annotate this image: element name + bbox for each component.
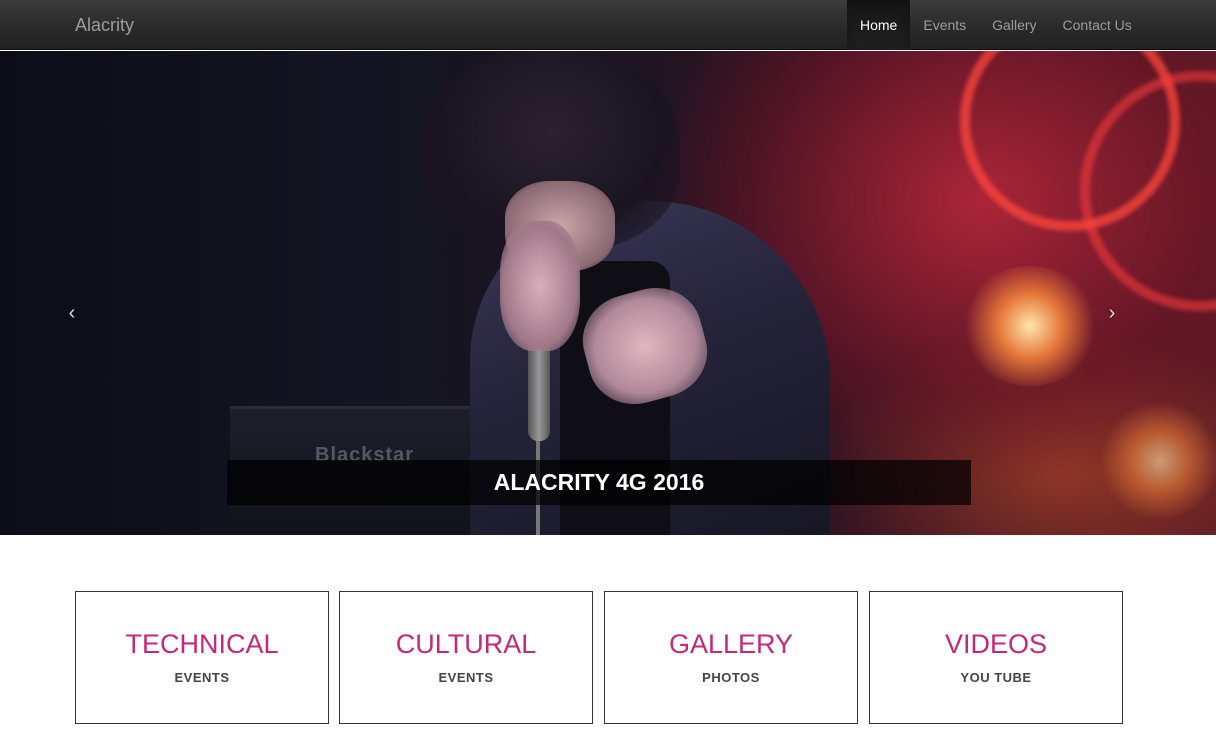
main-nav: Home Events Gallery Contact Us bbox=[847, 0, 1145, 50]
nav-item-gallery[interactable]: Gallery bbox=[979, 0, 1049, 50]
nav-item-contact-us[interactable]: Contact Us bbox=[1050, 0, 1145, 50]
nav-item-home[interactable]: Home bbox=[847, 0, 911, 50]
tile-technical-events[interactable]: TECHNICAL EVENTS bbox=[75, 591, 329, 724]
hero-carousel: Blackstar ‹ › ALACRITY 4G 2016 bbox=[0, 51, 1216, 535]
tile-title: CULTURAL bbox=[395, 629, 537, 659]
top-navbar: Alacrity Home Events Gallery Contact Us bbox=[0, 0, 1216, 50]
tile-title: VIDEOS bbox=[944, 629, 1048, 659]
tile-title: TECHNICAL bbox=[125, 629, 279, 659]
chevron-right-icon: › bbox=[1108, 302, 1116, 324]
tile-subtitle: YOU TUBE bbox=[960, 670, 1032, 685]
brand-link[interactable]: Alacrity bbox=[75, 0, 134, 50]
tile-subtitle: PHOTOS bbox=[702, 670, 760, 685]
stage-light-decoration bbox=[1100, 401, 1216, 521]
tile-subtitle: EVENTS bbox=[438, 670, 494, 685]
chevron-left-icon: ‹ bbox=[68, 302, 76, 324]
tile-subtitle: EVENTS bbox=[174, 670, 230, 685]
singer-mic-hand bbox=[500, 221, 580, 351]
carousel-prev-button[interactable]: ‹ bbox=[57, 291, 87, 335]
tile-gallery-photos[interactable]: GALLERY PHOTOS bbox=[604, 591, 858, 724]
carousel-next-button[interactable]: › bbox=[1097, 291, 1127, 335]
nav-item-events[interactable]: Events bbox=[910, 0, 979, 50]
feature-tiles: TECHNICAL EVENTS CULTURAL EVENTS GALLERY… bbox=[75, 591, 1123, 724]
tile-title: GALLERY bbox=[668, 629, 794, 659]
carousel-caption-title: ALACRITY 4G 2016 bbox=[493, 469, 705, 495]
carousel-caption: ALACRITY 4G 2016 bbox=[227, 460, 971, 505]
stage-light-decoration bbox=[960, 266, 1100, 386]
tile-videos-youtube[interactable]: VIDEOS YOU TUBE bbox=[869, 591, 1123, 724]
tile-cultural-events[interactable]: CULTURAL EVENTS bbox=[339, 591, 593, 724]
